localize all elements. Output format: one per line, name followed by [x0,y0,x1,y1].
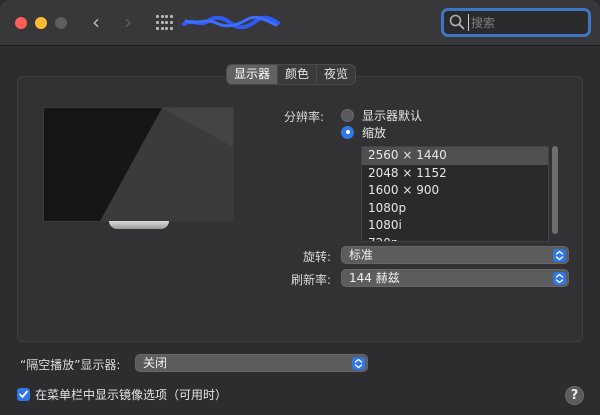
refresh-rate-value: 144 赫兹 [349,271,400,285]
help-button[interactable]: ? [565,386,584,405]
chevron-left-icon[interactable]: ‹ [86,12,106,34]
radio-default-for-display[interactable]: 显示器默认 [341,107,422,123]
radio-label: 显示器默认 [362,108,423,123]
tab-color[interactable]: 颜色 [278,65,318,84]
radio-scaled[interactable]: 缩放 [341,124,386,140]
toolbar: ‹ › [0,0,600,46]
rotation-label: 旋转: [302,250,331,264]
airplay-display-select[interactable]: 关闭 [135,354,368,372]
airplay-display-value: 关闭 [143,356,168,370]
tab-display[interactable]: 显示器 [227,65,279,84]
resolution-item[interactable]: 1600 × 900 [362,182,548,200]
radio-button-checked[interactable] [341,125,354,139]
resolution-item[interactable]: 720p [362,235,548,242]
resolution-item[interactable]: 1080p [362,200,548,218]
resolution-list-scrollbar[interactable] [552,146,558,234]
monitor-screen [43,107,234,222]
radio-button[interactable] [341,108,354,122]
updown-chevron-icon [553,249,566,262]
monitor-stand [109,221,169,229]
display-preview-image [43,107,234,230]
screen-glare [100,108,233,221]
rotation-select[interactable]: 标准 [341,246,569,264]
search-icon [449,14,465,30]
updown-chevron-icon [553,272,566,285]
checkmark-icon [19,390,28,398]
airplay-display-label: “隔空播放”显示器: [20,358,121,372]
resolution-label: 分辨率: [283,110,324,124]
refresh-rate-select[interactable]: 144 赫兹 [341,269,569,287]
rotation-value: 标准 [349,248,374,262]
resolution-item[interactable]: 2560 × 1440 [362,147,548,165]
updown-chevron-icon [352,357,365,370]
minimize-window-button[interactable] [35,17,47,29]
display-preferences-window: ‹ › 显示器 颜色 夜览 [0,0,600,415]
refresh-rate-label: 刷新率: [290,273,331,287]
redaction-scribble [182,15,280,29]
window-title-redacted [182,13,282,33]
resolution-item[interactable]: 1080i [362,217,548,235]
close-window-button[interactable] [15,17,27,29]
search-input[interactable] [468,14,580,31]
radio-label: 缩放 [362,125,387,140]
mirroring-options-checkbox[interactable] [17,388,30,401]
tab-bar: 显示器 颜色 夜览 [226,64,357,85]
mirroring-options-label[interactable]: 在菜单栏中显示镜像选项（可用时） [35,386,227,403]
chevron-right-icon[interactable]: › [118,12,138,34]
show-all-grid-icon[interactable] [156,15,173,31]
resolution-list[interactable]: 2560 × 1440 2048 × 1152 1600 × 900 1080p… [361,146,549,242]
tab-night-shift[interactable]: 夜览 [317,65,355,84]
zoom-window-button[interactable] [55,17,67,29]
resolution-item[interactable]: 2048 × 1152 [362,165,548,183]
search-field[interactable] [441,8,591,37]
